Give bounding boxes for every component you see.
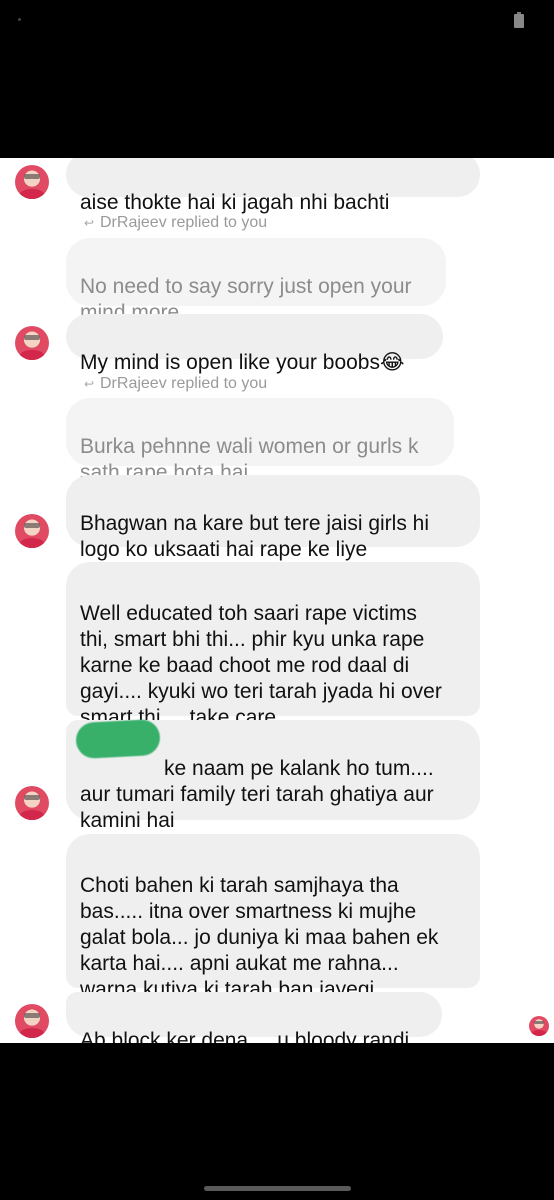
reply-label: ↩ DrRajeev replied to you [84,375,268,392]
camera-dot-icon [18,18,21,21]
quoted-message-bubble[interactable]: Burka pehnne wali women or gurls k sath … [66,398,454,484]
redaction-mark [75,718,161,760]
navigation-bar [0,1043,554,1200]
message-bubble[interactable]: aise thokte hai ki jagah nhi bachti [66,158,480,214]
sender-avatar-icon[interactable] [15,326,49,360]
message-bubble[interactable]: Bhagwan na kare but tere jaisi girls hi … [66,475,480,561]
reply-arrow-icon: ↩ [84,377,95,391]
battery-icon [514,12,524,28]
home-indicator[interactable] [204,1186,351,1191]
sender-avatar-icon[interactable] [15,786,49,820]
quoted-message-bubble[interactable]: No need to say sorry just open your mind… [66,238,446,324]
message-bubble[interactable]: Choti bahen ki tarah samjhaya tha bas...… [66,834,480,1001]
sender-avatar-icon[interactable] [15,165,49,199]
status-bar [0,0,554,158]
message-bubble[interactable]: Well educated toh saari rape victims thi… [66,562,480,729]
sender-avatar-icon[interactable] [15,514,49,548]
message-bubble[interactable]: My mind is open like your boobs😂 [66,314,443,374]
sender-avatar-icon[interactable] [15,1004,49,1038]
message-bubble[interactable]: Ab block ker dena.... u bloody randi [66,992,442,1043]
chat-thread[interactable]: aise thokte hai ki jagah nhi bachti ↩ DrR… [0,158,554,1043]
reply-label: ↩ DrRajeev replied to you [84,214,268,231]
reply-arrow-icon: ↩ [84,216,95,230]
seen-avatar-icon [529,1016,549,1036]
